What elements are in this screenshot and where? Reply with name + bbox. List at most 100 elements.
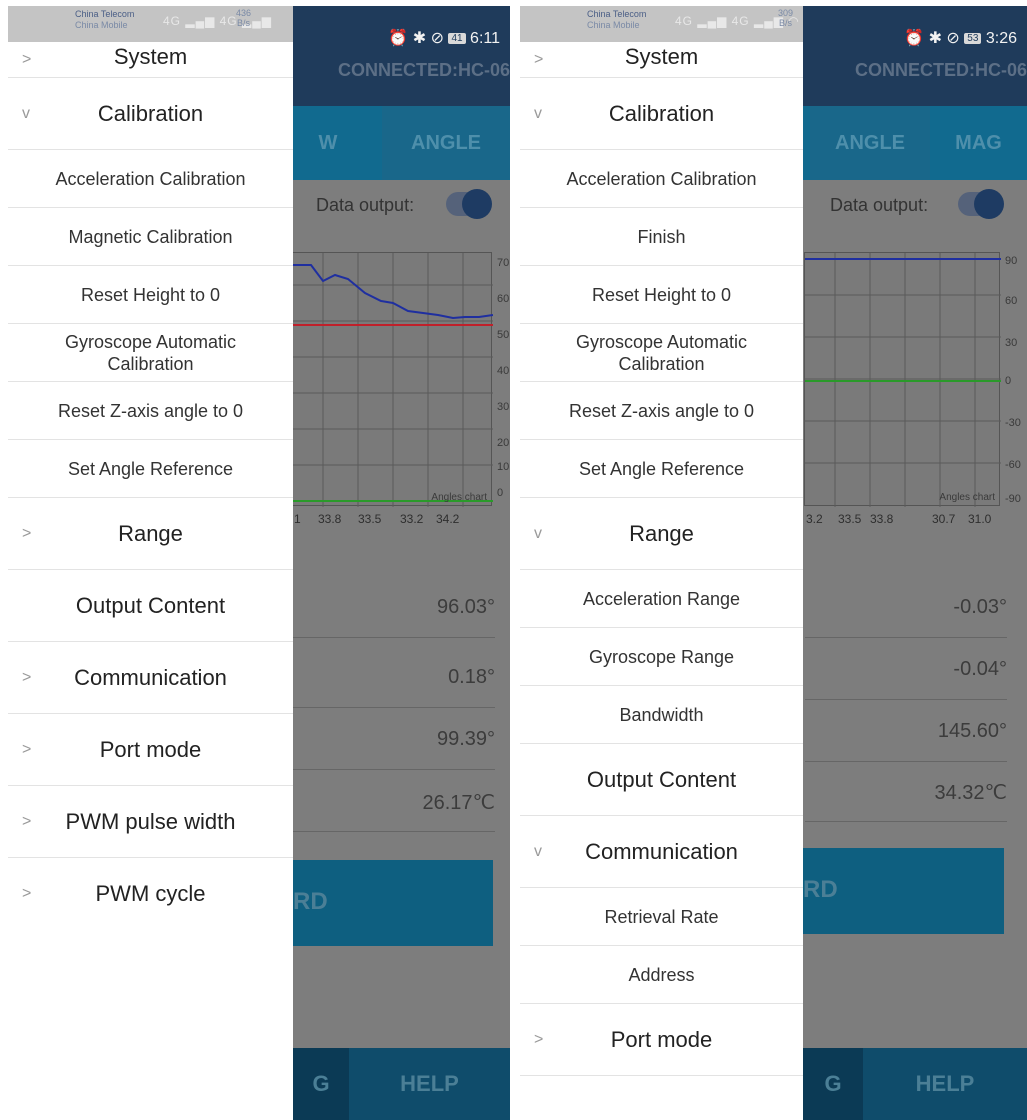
- nav-item-help[interactable]: HELP: [349, 1048, 510, 1120]
- menu-finish[interactable]: Finish: [520, 208, 803, 266]
- x-tick: 33.5: [838, 512, 862, 526]
- x-tick: 31.0: [968, 512, 992, 526]
- network-speed-value: 436: [236, 8, 252, 18]
- phone-screen-right: ⏰ ✱ ⊘ 53 3:26 CONNECTED:HC-06 ANGLE MAG …: [520, 6, 1027, 1120]
- signal-icon: 4G ▂▄▆ 4G ▂▄▆: [163, 14, 272, 28]
- connection-status: CONNECTED:HC-06: [854, 60, 1027, 80]
- status-bar: China Telecom China Mobile 4G ▂▄▆ 4G ▂▄▆…: [8, 6, 293, 42]
- menu-label: Output Content: [586, 766, 737, 792]
- menu-label: Bandwidth: [619, 704, 704, 725]
- menu-reset-z-axis[interactable]: Reset Z-axis angle to 0: [520, 382, 803, 440]
- tab-mag[interactable]: MAG: [930, 106, 1027, 180]
- network-speed: 436 B/s: [236, 8, 251, 28]
- menu-range[interactable]: v Range: [520, 498, 803, 570]
- x-tick: 3.2: [806, 512, 823, 526]
- menu-reset-height[interactable]: Reset Height to 0: [520, 266, 803, 324]
- chevron-down-icon: v: [22, 104, 30, 122]
- tab-angle[interactable]: ANGLE: [382, 106, 510, 180]
- tab-angle[interactable]: ANGLE: [810, 106, 930, 180]
- menu-label: Reset Height to 0: [591, 284, 732, 305]
- x-tick: 33.8: [318, 512, 342, 526]
- clock: 3:26: [985, 30, 1017, 47]
- battery-icon: 41: [448, 33, 466, 44]
- menu-output-content[interactable]: Output Content: [8, 570, 293, 642]
- menu-label: Acceleration Calibration: [566, 168, 757, 189]
- nav-item-config[interactable]: G: [293, 1048, 349, 1120]
- menu-communication[interactable]: v Communication: [520, 816, 803, 888]
- phone-screen-left: ⏰ ✱ ⊘ 41 6:11 CONNECTED:HC-06 W ANGLE Da…: [8, 6, 510, 1120]
- record-button[interactable]: RD: [293, 860, 493, 946]
- y-tick: -60: [1005, 459, 1021, 471]
- reading-value: 99.39°: [293, 712, 495, 770]
- data-output-toggle[interactable]: [958, 189, 1004, 219]
- status-icons: ⏰ ✱ ⊘: [388, 30, 445, 47]
- menu-reset-height[interactable]: Reset Height to 0: [8, 266, 293, 324]
- menu-list: > System v Calibration Acceleration Calibr…: [8, 42, 293, 930]
- menu-gyro-auto-calibration[interactable]: Gyroscope Automatic Calibration: [520, 324, 803, 382]
- menu-magnetic-calibration[interactable]: Magnetic Calibration: [8, 208, 293, 266]
- nav-item-config[interactable]: G: [803, 1048, 863, 1120]
- menu-calibration[interactable]: v Calibration: [8, 78, 293, 150]
- y-tick: 30: [1005, 337, 1018, 349]
- menu-label: Acceleration Calibration: [55, 168, 246, 189]
- data-output-toggle[interactable]: [446, 189, 492, 219]
- toggle-knob: [974, 189, 1004, 219]
- menu-label: Reset Z-axis angle to 0: [568, 400, 755, 421]
- y-tick: -30: [1005, 417, 1021, 429]
- menu-address[interactable]: Address: [520, 946, 803, 1004]
- network-speed: 309 B/s: [778, 8, 793, 28]
- tab-w[interactable]: W: [298, 106, 358, 180]
- menu-reset-z-axis[interactable]: Reset Z-axis angle to 0: [8, 382, 293, 440]
- menu-range[interactable]: > Range: [8, 498, 293, 570]
- menu-acceleration-calibration[interactable]: Acceleration Calibration: [520, 150, 803, 208]
- angles-chart: 70 60 50 40 30 20 10 0 Angles chart: [292, 252, 509, 507]
- menu-output-content[interactable]: Output Content: [520, 744, 803, 816]
- menu-label: Calibration: [608, 100, 715, 126]
- nav-item-help[interactable]: HELP: [863, 1048, 1027, 1120]
- menu-system[interactable]: > System: [520, 42, 803, 78]
- menu-pwm-cycle[interactable]: > PWM cycle: [8, 858, 293, 930]
- angles-chart: 90 60 30 0 -30 -60 -90 Angles chart: [804, 252, 1021, 507]
- menu-communication[interactable]: > Communication: [8, 642, 293, 714]
- menu-retrieval-rate[interactable]: Retrieval Rate: [520, 888, 803, 946]
- y-tick: 60: [497, 293, 510, 305]
- menu-label: Output Content: [75, 592, 226, 618]
- chart-caption: Angles chart: [431, 492, 487, 503]
- menu-set-angle-reference[interactable]: Set Angle Reference: [520, 440, 803, 498]
- data-output-label: Data output:: [316, 195, 415, 215]
- menu-pwm-pulse-width[interactable]: > PWM pulse width: [8, 786, 293, 858]
- menu-port-mode[interactable]: > Port mode: [520, 1004, 803, 1076]
- menu-label: Retrieval Rate: [604, 906, 719, 927]
- menu-label: Range: [118, 520, 183, 546]
- menu-port-mode[interactable]: > Port mode: [8, 714, 293, 786]
- y-tick: 90: [1005, 255, 1018, 267]
- status-right: ⏰ ✱ ⊘ 41 6:11: [388, 28, 500, 48]
- network-speed-unit: B/s: [779, 18, 793, 28]
- menu-calibration[interactable]: v Calibration: [520, 78, 803, 150]
- menu-label: Port mode: [99, 736, 202, 762]
- toggle-knob: [462, 189, 492, 219]
- chevron-right-icon: >: [22, 524, 32, 542]
- clock: 6:11: [470, 30, 500, 47]
- settings-drawer: China Telecom China Mobile 4G ▂▄▆ 4G ▂▄▆…: [520, 6, 803, 1120]
- chevron-right-icon: >: [534, 1030, 544, 1048]
- reading-value: 96.03°: [293, 580, 495, 638]
- menu-gyroscope-range[interactable]: Gyroscope Range: [520, 628, 803, 686]
- menu-gyro-auto-calibration[interactable]: Gyroscope Automatic Calibration: [8, 324, 293, 382]
- chart-caption: Angles chart: [939, 492, 995, 503]
- menu-acceleration-calibration[interactable]: Acceleration Calibration: [8, 150, 293, 208]
- menu-set-angle-reference[interactable]: Set Angle Reference: [8, 440, 293, 498]
- y-tick: 70: [497, 257, 510, 269]
- menu-acceleration-range[interactable]: Acceleration Range: [520, 570, 803, 628]
- y-tick: 60: [1005, 295, 1018, 307]
- menu-bandwidth[interactable]: Bandwidth: [520, 686, 803, 744]
- menu-system[interactable]: > System: [8, 42, 293, 78]
- menu-label: System: [624, 43, 699, 69]
- record-button[interactable]: RD: [803, 848, 1004, 934]
- x-tick: 33.8: [870, 512, 894, 526]
- connection-status: CONNECTED:HC-06: [337, 60, 510, 80]
- menu-label: Set Angle Reference: [67, 458, 234, 479]
- carrier-name-2: China Mobile: [75, 20, 128, 30]
- chevron-right-icon: >: [22, 885, 32, 902]
- chevron-right-icon: >: [22, 50, 32, 68]
